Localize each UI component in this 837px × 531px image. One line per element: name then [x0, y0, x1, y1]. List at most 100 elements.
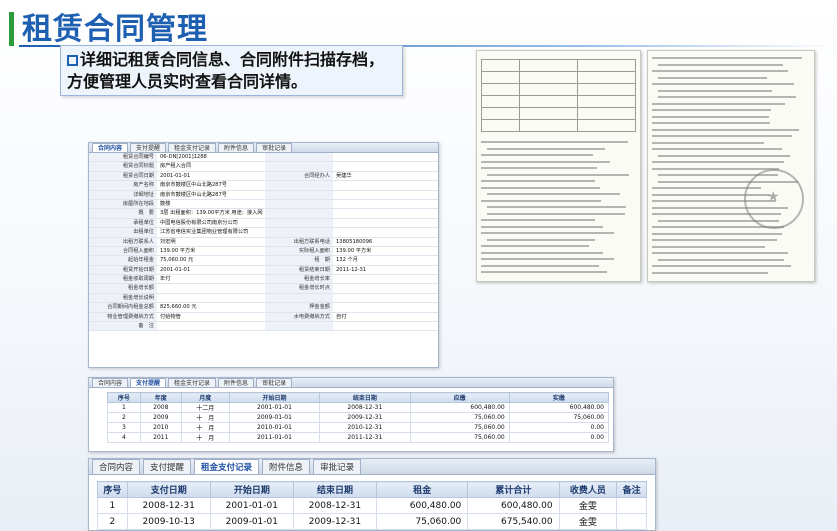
table-row[interactable]: 3 2010 十 月 2010-01-01 2010-12-31 75,060.00 0.0… — [107, 422, 610, 433]
field-value: 06-DN[2001]1288 — [160, 154, 207, 160]
form-row: 租金收取周期 年付 租金增长率 — [89, 275, 438, 285]
reminder-tab-1[interactable]: 合同内容 — [92, 378, 129, 387]
field-value: 2001-01-01 — [160, 172, 191, 179]
form-row: 出租方联系人 刘宏明 出租方联系电话 13805180096 — [89, 237, 438, 247]
page-header: 租赁合同管理 — [0, 0, 837, 47]
field-value: 13805180096 — [336, 238, 373, 245]
scan-text-line — [652, 193, 770, 196]
scan-text-line — [481, 219, 596, 221]
records-tab-4[interactable]: 附件信息 — [262, 459, 311, 474]
field-label: 合同期间内租金总额 — [89, 303, 157, 312]
field-label: 押金金额 — [265, 303, 333, 312]
form-row: 房屋所在地段 鼓楼 — [89, 199, 438, 210]
table-row[interactable]: 4 2011 十 月 2011-01-01 2011-12-31 75,060.00 0.0… — [107, 432, 610, 443]
column-header[interactable]: 年度 — [139, 392, 182, 403]
records-tab-3[interactable]: 租金支付记录 — [194, 459, 260, 474]
column-header[interactable]: 应缴 — [409, 392, 510, 403]
field-value: 付给物管 — [160, 313, 181, 320]
table-cell: 675,540.00 — [467, 513, 560, 530]
scan-text-line — [652, 70, 788, 72]
field-label: 概 要 — [89, 209, 157, 218]
reminder-tab-2[interactable]: 支付提醒 — [130, 378, 167, 387]
field-value — [333, 209, 336, 217]
reminder-tab-4[interactable]: 附件信息 — [218, 378, 255, 387]
column-header[interactable]: 序号 — [107, 392, 141, 403]
contract-tab-2[interactable]: 支付提醒 — [130, 143, 167, 152]
table-row[interactable]: 1 2008 十二月 2001-01-01 2008-12-31 600,480.00 60… — [107, 402, 610, 413]
scan-text-line — [481, 264, 600, 267]
column-header[interactable]: 实缴 — [508, 392, 610, 403]
field-value — [333, 219, 336, 227]
field-value: 2001-01-01 — [160, 266, 191, 273]
table-cell: 2009-12-31 — [319, 412, 411, 423]
reminder-tab-3[interactable]: 租金支付记录 — [168, 378, 217, 387]
field-value: 年付 — [160, 276, 171, 283]
scan-text-line — [652, 226, 785, 228]
table-row[interactable]: 2 2009 十 月 2009-01-01 2009-12-31 75,060.00 75,… — [107, 412, 610, 423]
field-label: 实际租入面积 — [265, 246, 333, 256]
records-tab-2[interactable]: 支付提醒 — [143, 459, 192, 474]
form-row: 房产名称 南京市鼓楼区中山北路287号 — [89, 181, 438, 191]
scan-rule-line — [481, 107, 636, 108]
column-header[interactable]: 开始日期 — [209, 481, 294, 498]
scan-text-line — [658, 63, 783, 66]
field-label: 租赁合同编号 — [89, 153, 157, 162]
field-label: 承租单位 — [89, 218, 157, 228]
field-value: 房产租入合同 — [160, 163, 192, 170]
field-value — [157, 284, 265, 292]
field-value — [333, 303, 336, 311]
table-cell: 2008-12-31 — [126, 497, 211, 514]
field-value — [333, 200, 336, 208]
scan-text-line — [658, 180, 798, 183]
field-value: 3层 出租面积：139.00平方米 用途：接入网 — [160, 210, 263, 217]
column-header[interactable]: 累计合计 — [467, 481, 560, 498]
field-label — [265, 293, 333, 303]
field-label — [265, 162, 333, 171]
column-header[interactable]: 结束日期 — [292, 481, 378, 498]
field-label — [265, 322, 333, 331]
scanned-contract-page-2 — [647, 50, 815, 282]
contract-tab-3[interactable]: 租金支付记录 — [168, 143, 217, 152]
field-value — [333, 228, 336, 236]
scan-text-line — [481, 186, 600, 189]
column-header[interactable]: 支付日期 — [126, 481, 211, 498]
scan-rule-line — [481, 59, 482, 131]
scan-text-line — [652, 187, 762, 189]
table-row[interactable]: 2 2009-10-13 2009-01-01 2009-12-31 75,060.00… — [97, 513, 647, 530]
field-value — [333, 275, 336, 283]
field-value: 南京市鼓楼区中山北路287号 — [160, 191, 227, 198]
column-header[interactable]: 开始日期 — [228, 392, 321, 403]
field-value: 139.00 平方米 — [160, 247, 196, 254]
table-row[interactable]: 1 2008-12-31 2001-01-01 2008-12-31 600,480.0… — [97, 497, 647, 514]
field-value: 江苏省电信实业集团物业管理有限公司 — [160, 229, 249, 236]
form-row: 合同租入面积 139.00 平方米 实际租入面积 139.00 平方米 — [89, 246, 438, 257]
scan-text-line — [481, 141, 629, 143]
records-tab-5[interactable]: 审批记录 — [313, 459, 362, 474]
column-header[interactable]: 备注 — [616, 481, 647, 498]
scan-text-line — [652, 265, 791, 267]
contract-tab-1[interactable]: 合同内容 — [92, 143, 129, 152]
column-header[interactable]: 租金 — [376, 481, 469, 498]
table-cell: 2009 — [139, 412, 182, 423]
scan-text-line — [652, 252, 788, 254]
field-label: 水电费缴纳方式 — [265, 312, 333, 322]
scan-text-line — [652, 271, 769, 274]
contract-form: 租赁合同编号 06-DN[2001]1288 租赁合同标题 房产租入合同 租赁合同日期 2… — [89, 153, 438, 332]
table-cell: 2008-12-31 — [292, 497, 378, 514]
scan-rule-line — [577, 59, 578, 131]
field-value: 825,660.00 元 — [160, 304, 197, 311]
contract-tab-5[interactable]: 审批记录 — [256, 143, 293, 152]
field-label: 起始年租金 — [89, 256, 157, 265]
column-header[interactable]: 收费人员 — [558, 481, 618, 498]
contract-tab-4[interactable]: 附件信息 — [218, 143, 255, 152]
reminder-tab-5[interactable]: 审批记录 — [256, 378, 293, 387]
form-row: 概 要 3层 出租面积：139.00平方米 用途：接入网 — [89, 209, 438, 219]
field-label: 租金增长率 — [265, 275, 333, 284]
column-header[interactable]: 序号 — [97, 481, 128, 498]
scan-text-line — [652, 109, 771, 111]
scan-rule-line — [481, 59, 636, 60]
column-header[interactable]: 月度 — [180, 392, 230, 403]
field-label: 租金增长额 — [89, 284, 157, 293]
column-header[interactable]: 结束日期 — [319, 392, 411, 403]
records-tab-1[interactable]: 合同内容 — [92, 459, 141, 474]
